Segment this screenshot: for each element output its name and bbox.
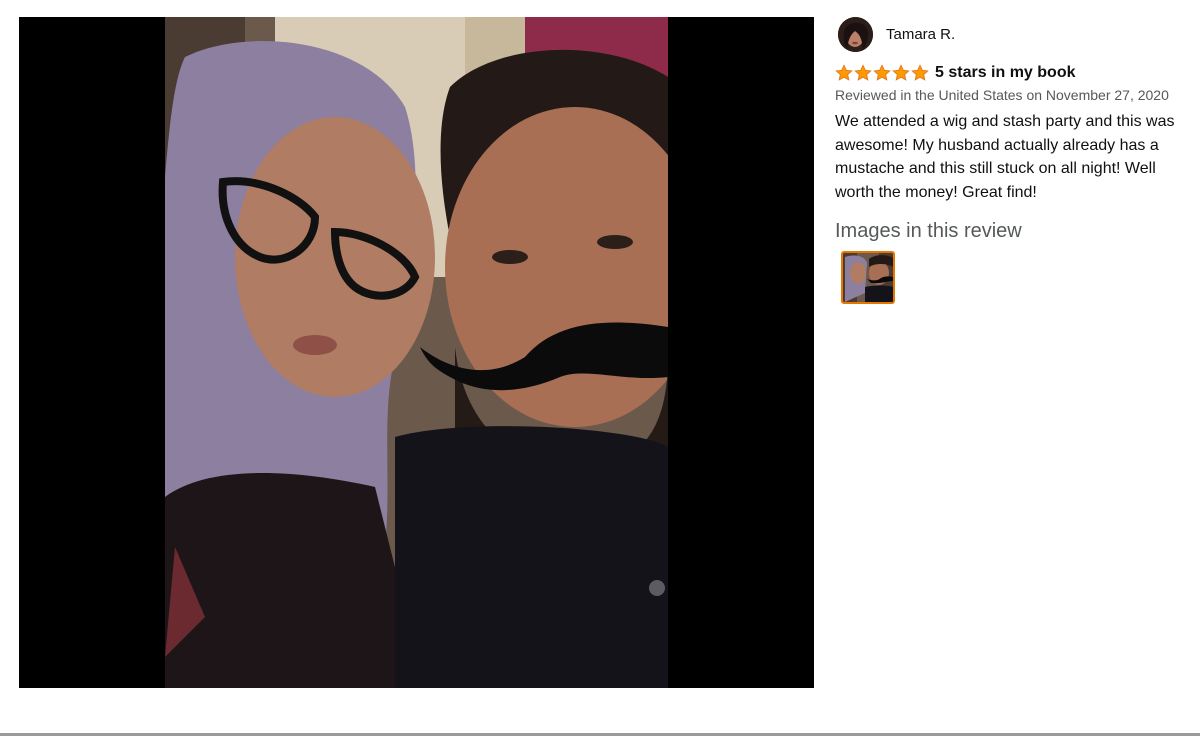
star-icon xyxy=(835,64,853,81)
review-body: We attended a wig and stash party and th… xyxy=(835,113,1175,201)
review-title[interactable]: 5 stars in my book xyxy=(935,64,1076,82)
rating-line: 5 stars in my book xyxy=(835,61,1185,85)
review-image-viewer xyxy=(19,17,814,688)
star-rating[interactable] xyxy=(835,64,929,82)
review-image-thumbnail[interactable] xyxy=(841,251,895,304)
images-in-review-heading: Images in this review xyxy=(835,220,1022,242)
star-icon xyxy=(873,64,891,81)
star-icon xyxy=(911,64,929,81)
reviewer-name[interactable]: Tamara R. xyxy=(886,26,955,43)
review-date: Reviewed in the United States on Novembe… xyxy=(835,87,1169,103)
star-icon xyxy=(892,64,910,81)
review-photo xyxy=(165,17,668,688)
reviewer-profile[interactable]: Tamara R. xyxy=(835,17,1185,53)
star-icon xyxy=(854,64,872,81)
reviewer-avatar[interactable] xyxy=(838,17,873,52)
review-sidebar: Tamara R. 5 stars in my book Reviewed in… xyxy=(835,17,1185,304)
